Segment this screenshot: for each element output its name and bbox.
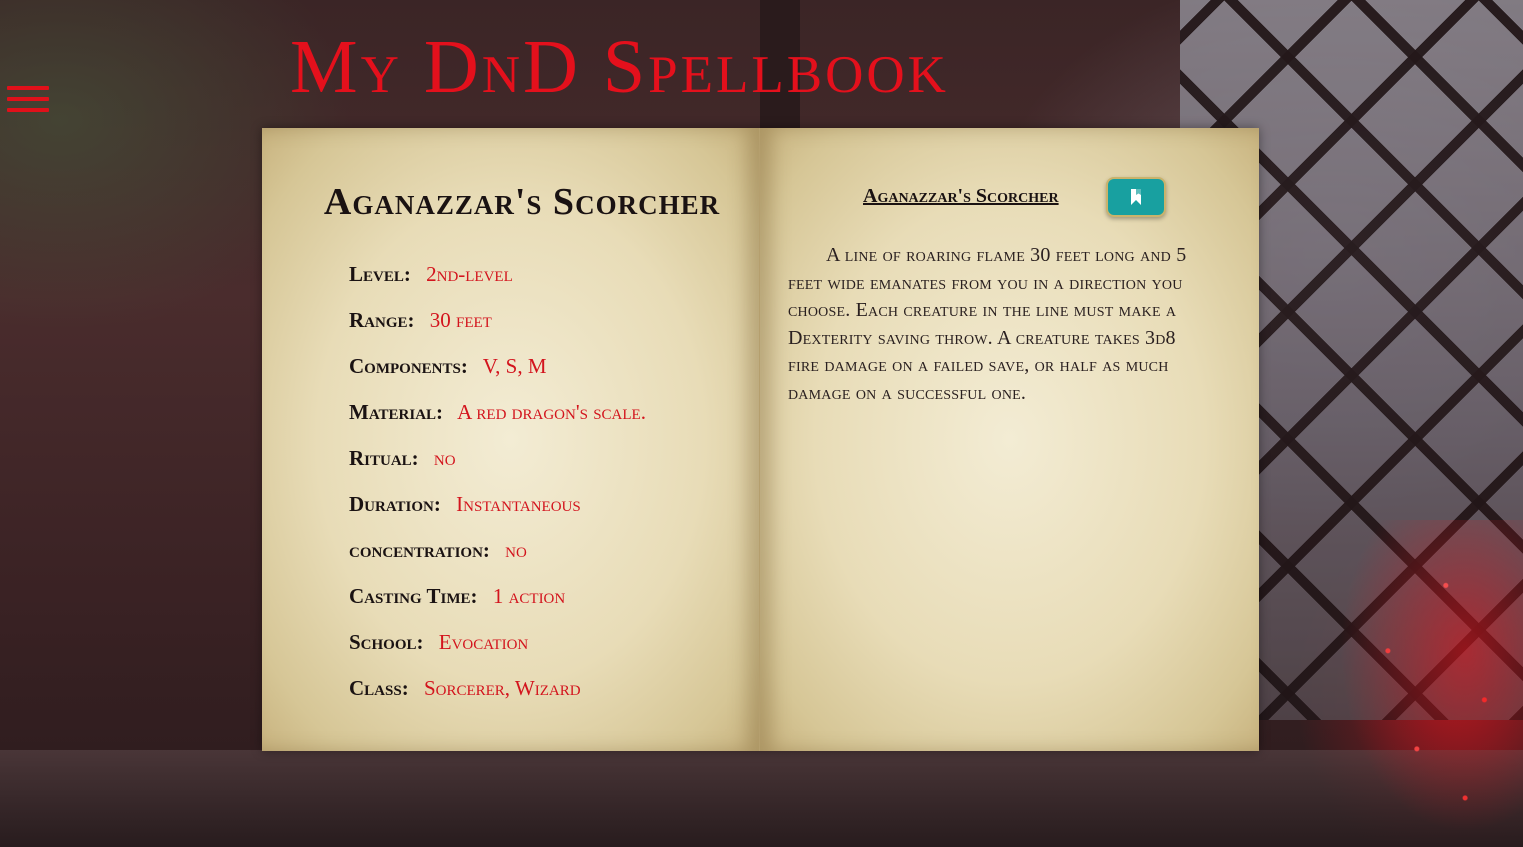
site-title: My DnD Spellbook <box>290 25 949 109</box>
stat-value: no <box>433 446 456 470</box>
stat-label: Level: <box>349 262 411 286</box>
stat-value: Sorcerer, Wizard <box>423 676 581 700</box>
stat-row-ritual: Ritual: no <box>349 446 646 492</box>
stat-row-casting-time: Casting Time: 1 action <box>349 584 646 630</box>
spell-stats-list: Level: 2nd-level Range: 30 feet Componen… <box>349 262 646 722</box>
background-shelf <box>0 750 1523 847</box>
stat-row-duration: Duration: Instantaneous <box>349 492 646 538</box>
stat-label: School: <box>349 630 424 654</box>
spell-description: A line of roaring flame 30 feet long and… <box>788 244 1187 404</box>
stat-row-concentration: concentration: no <box>349 538 646 584</box>
hamburger-menu-icon[interactable] <box>7 86 49 116</box>
stat-label: Duration: <box>349 492 441 516</box>
menu-bar <box>7 97 49 101</box>
stat-value: Evocation <box>438 630 529 654</box>
stat-row-range: Range: 30 feet <box>349 308 646 354</box>
stat-label: Components: <box>349 354 468 378</box>
stat-row-components: Components: V, S, M <box>349 354 646 400</box>
book-page-left: Aganazzar's Scorcher Level: 2nd-level Ra… <box>262 128 760 751</box>
stat-value: V, S, M <box>482 354 547 378</box>
description-header: Aganazzar's Scorcher <box>760 176 1259 222</box>
stat-label: Range: <box>349 308 415 332</box>
stat-value: A red dragon's scale. <box>457 400 646 424</box>
menu-bar <box>7 86 49 90</box>
stat-label: Casting Time: <box>349 584 478 608</box>
stat-value: 2nd-level <box>426 262 513 286</box>
stat-row-material: Material: A red dragon's scale. <box>349 400 646 446</box>
stat-label: concentration: <box>349 538 490 562</box>
stat-row-level: Level: 2nd-level <box>349 262 646 308</box>
stat-value: Instantaneous <box>456 492 581 516</box>
background-sparkles <box>1330 520 1523 847</box>
stat-label: Ritual: <box>349 446 419 470</box>
menu-bar <box>7 108 49 112</box>
bookmark-button[interactable] <box>1106 177 1166 217</box>
stat-label: Material: <box>349 400 444 424</box>
book-page-right: Aganazzar's Scorcher A line of roaring f… <box>760 128 1259 751</box>
description-spell-name: Aganazzar's Scorcher <box>863 185 1059 207</box>
stat-value: 30 feet <box>429 308 492 332</box>
stat-row-school: School: Evocation <box>349 630 646 676</box>
spell-name: Aganazzar's Scorcher <box>323 181 721 223</box>
stat-value: 1 action <box>492 584 566 608</box>
stat-row-class: Class: Sorcerer, Wizard <box>349 676 646 722</box>
stat-label: Class: <box>349 676 409 700</box>
bookmark-icon <box>1131 189 1141 205</box>
spellbook: Aganazzar's Scorcher Level: 2nd-level Ra… <box>262 128 1259 751</box>
stat-value: no <box>505 538 527 562</box>
